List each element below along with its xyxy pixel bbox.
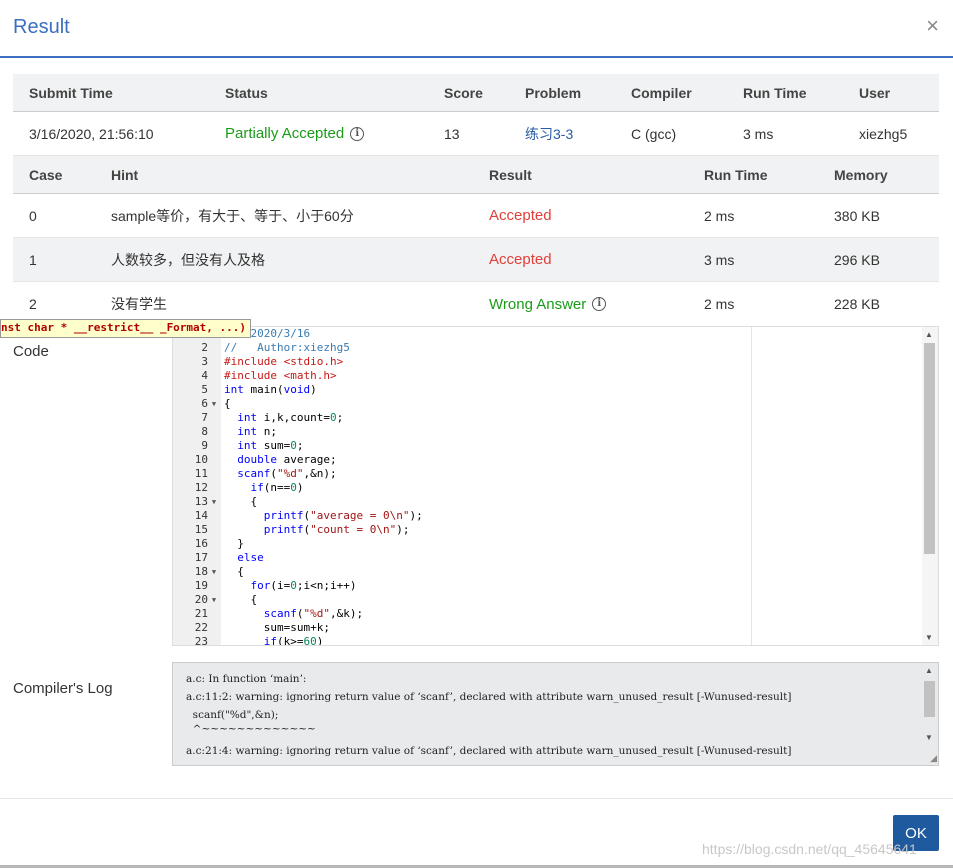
code-line: 7 int i,k,count=0; (201, 411, 344, 424)
signature-tooltip: nst char * __restrict__ _Format, ...) (0, 319, 252, 338)
score: 13 (444, 125, 460, 142)
header-result: Result (489, 166, 532, 183)
log-line: a.c: In function ‘main’: (186, 673, 307, 685)
resize-handle-icon[interactable]: ◢ (930, 753, 937, 764)
code-line: 19 for(i=0;i<n;i++) (194, 579, 357, 592)
log-scrollbar[interactable]: ▲ ▼ (922, 663, 938, 765)
scroll-down-icon[interactable]: ▼ (925, 633, 933, 642)
code-line: 3 #include <stdio.h> (201, 355, 344, 368)
header-hint: Hint (111, 166, 139, 183)
status-text: Partially Accepted (225, 125, 345, 142)
case-id: 1 (29, 251, 37, 268)
code-line: 23 if(k>=60) (194, 635, 324, 646)
code-line: 13 ▼ { (194, 495, 258, 508)
header-case-run-time: Run Time (704, 166, 768, 183)
case-memory: 380 KB (834, 207, 880, 224)
header-case: Case (29, 166, 63, 183)
log-line: scanf("%d",&n); (186, 709, 279, 721)
case-run-time: 3 ms (704, 251, 735, 268)
code-line: 8 int n; (201, 425, 277, 438)
code-line: 9 int sum=0; (201, 439, 304, 452)
cases-table: Case Hint Result Run Time Memory 0 sampl… (13, 156, 939, 326)
header-memory: Memory (834, 166, 888, 183)
info-icon[interactable]: i (592, 297, 607, 311)
fold-icon: ▼ (211, 596, 217, 604)
footer-divider (0, 798, 953, 799)
problem-link[interactable]: 练习3-3 (525, 112, 573, 155)
watermark: https://blog.csdn.net/qq_45645641 (702, 841, 917, 857)
cases-header-row: Case Hint Result Run Time Memory (13, 156, 939, 194)
submission-table: Submit Time Status Score Problem Compile… (13, 74, 939, 156)
user: xiezhg5 (859, 125, 908, 142)
code-line: 16 } (194, 537, 244, 550)
code-scrollbar[interactable]: ▲ ▼ (922, 327, 938, 645)
code-line: 14 printf("average = 0\n"); (194, 509, 423, 522)
fold-icon: ▼ (211, 498, 217, 506)
compiler-log-label: Compiler's Log (13, 680, 113, 697)
case-row: 1 人数较多，但没有人及格 Accepted 3 ms 296 KB (13, 238, 939, 282)
code-line: 10 double average; (194, 453, 337, 466)
status-cell: Partially Accepted i (225, 112, 365, 155)
code-line: 11 scanf("%d",&n); (194, 467, 337, 480)
modal-header: Result × (0, 0, 953, 58)
header-run-time: Run Time (743, 84, 807, 101)
case-result: Accepted (489, 251, 552, 268)
code-line: 18 ▼ { (194, 565, 244, 578)
modal-title: Result (13, 16, 70, 38)
scroll-down-icon[interactable]: ▼ (925, 733, 933, 742)
header-submit-time: Submit Time (29, 84, 113, 101)
fold-icon: ▼ (211, 568, 217, 576)
code-line: ate:2020/3/16 (173, 327, 753, 341)
compiler: C (gcc) (631, 125, 677, 142)
code-line: 4 #include <math.h> (201, 369, 337, 382)
scroll-thumb[interactable] (924, 681, 935, 717)
close-icon[interactable]: × (926, 14, 939, 38)
case-row: 0 sample等价，有大于、等于、小于60分 Accepted 2 ms 38… (13, 194, 939, 238)
code-line: 20 ▼ { (194, 593, 258, 606)
case-run-time: 2 ms (704, 207, 735, 224)
code-line: 17 else (194, 551, 264, 564)
header-score: Score (444, 84, 483, 101)
header-problem: Problem (525, 84, 582, 101)
case-run-time: 2 ms (704, 296, 735, 312)
code-editor[interactable]: ate:2020/3/16 2// Author:xiezhg5 3 #inclu… (172, 326, 939, 646)
run-time: 3 ms (743, 125, 774, 142)
scroll-up-icon[interactable]: ▲ (925, 330, 933, 339)
case-result: Accepted (489, 207, 552, 224)
info-icon[interactable]: i (350, 126, 365, 141)
code-line: 6 ▼{ (201, 397, 231, 410)
log-line: ^~~~~~~~~~~~~~ (186, 723, 316, 735)
code-line: 15 printf("count = 0\n"); (194, 523, 410, 536)
case-memory: 228 KB (834, 296, 880, 312)
submit-time: 3/16/2020, 21:56:10 (29, 125, 154, 142)
case-memory: 296 KB (834, 251, 880, 268)
code-line: 2// Author:xiezhg5 (201, 341, 350, 354)
header-status: Status (225, 84, 268, 101)
code-line: 22 sum=sum+k; (194, 621, 330, 634)
log-line: a.c:11:2: warning: ignoring return value… (186, 691, 792, 703)
code-line: 21 scanf("%d",&k); (194, 607, 364, 620)
case-id: 0 (29, 207, 37, 224)
submission-header-row: Submit Time Status Score Problem Compile… (13, 74, 939, 112)
case-result-cell: Wrong Answer i (489, 282, 607, 326)
case-result: Wrong Answer (489, 295, 587, 313)
compiler-log[interactable]: a.c: In function ‘main’: a.c:11:2: warni… (172, 662, 939, 766)
scroll-up-icon[interactable]: ▲ (925, 666, 933, 675)
fold-icon: ▼ (211, 400, 217, 408)
submission-row: 3/16/2020, 21:56:10 Partially Accepted i… (13, 112, 939, 156)
scroll-thumb[interactable] (924, 343, 935, 554)
code-line: 12 if(n==0) (194, 481, 304, 494)
log-line: a.c:21:4: warning: ignoring return value… (186, 745, 792, 757)
code-label: Code (13, 343, 49, 360)
case-hint: 人数较多，但没有人及格 (111, 251, 265, 268)
code-line: 5 int main(void) (201, 383, 317, 396)
header-user: User (859, 84, 891, 101)
header-compiler: Compiler (631, 84, 692, 101)
case-hint: sample等价，有大于、等于、小于60分 (111, 207, 354, 224)
